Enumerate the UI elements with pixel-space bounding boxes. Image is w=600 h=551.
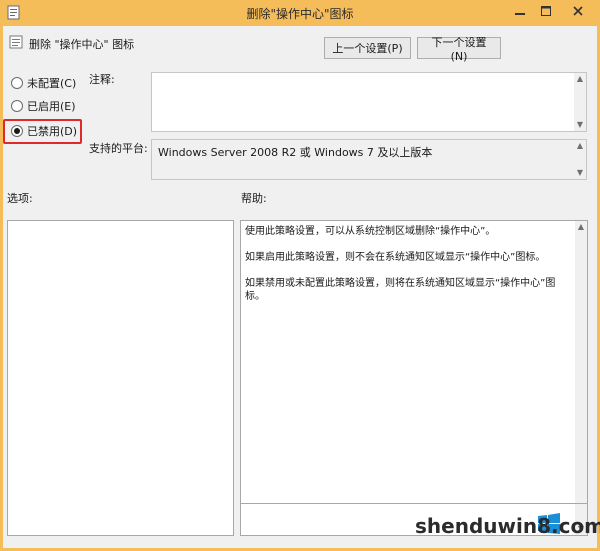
minimize-button[interactable] (506, 0, 534, 22)
radio-not-configured[interactable]: 未配置(C) (11, 75, 76, 91)
platform-label: 支持的平台: (89, 142, 148, 155)
policy-setting-icon (9, 35, 23, 49)
policy-name: 删除 "操作中心" 图标 (29, 38, 135, 51)
scroll-up-icon[interactable]: ▲ (576, 142, 584, 150)
scroll-up-icon[interactable]: ▲ (577, 223, 585, 231)
next-setting-button[interactable]: 下一个设置(N) (417, 36, 501, 63)
dialog-client-area: 删除 "操作中心" 图标 上一个设置(P) 下一个设置(N) 未配置(C) 已启… (3, 26, 597, 548)
close-icon (573, 6, 583, 16)
comment-label: 注释: (89, 73, 115, 86)
policy-dialog-window: 删除"操作中心"图标 删除 "操作中心" 图标 上一个设置(P) 下一个设置(N… (0, 0, 600, 551)
scroll-up-icon[interactable]: ▲ (576, 75, 584, 83)
watermark-text: shenduwin8.com (415, 514, 600, 538)
maximize-button[interactable] (532, 0, 560, 22)
radio-label: 未配置(C) (27, 77, 77, 90)
comment-scrollbar[interactable]: ▲ ▼ (574, 73, 586, 131)
minimize-icon (515, 13, 525, 15)
radio-button[interactable] (11, 100, 23, 112)
title-bar[interactable]: 删除"操作中心"图标 (0, 0, 600, 26)
scroll-down-icon[interactable]: ▼ (576, 169, 584, 177)
maximize-icon (541, 6, 551, 16)
platform-scrollbar[interactable]: ▲ ▼ (574, 140, 586, 179)
help-paragraph: 使用此策略设置，可以从系统控制区域删除“操作中心”。 (245, 226, 496, 237)
help-scrollbar[interactable]: ▲ (575, 221, 587, 503)
platform-value: Windows Server 2008 R2 或 Windows 7 及以上版本 (158, 146, 433, 159)
scroll-down-icon[interactable]: ▼ (576, 121, 584, 129)
red-highlight-box (3, 119, 82, 144)
help-paragraph: 如果禁用或未配置此策略设置，则将在系统通知区域显示“操作中心”图标。 (245, 278, 556, 302)
platform-readonly-box: Windows Server 2008 R2 或 Windows 7 及以上版本… (151, 139, 587, 180)
radio-enabled[interactable]: 已启用(E) (11, 98, 76, 114)
radio-button[interactable] (11, 77, 23, 89)
close-button[interactable] (560, 0, 596, 22)
options-label: 选项: (7, 192, 33, 205)
help-label: 帮助: (241, 192, 267, 205)
site-watermark: shenduwin8.com (385, 510, 600, 550)
comment-textarea[interactable]: ▲ ▼ (151, 72, 587, 132)
help-paragraph: 如果启用此策略设置，则不会在系统通知区域显示“操作中心”图标。 (245, 252, 546, 263)
radio-label: 已启用(E) (27, 100, 76, 113)
previous-setting-button[interactable]: 上一个设置(P) (324, 37, 411, 59)
options-pane (7, 220, 234, 536)
help-pane: 使用此策略设置，可以从系统控制区域删除“操作中心”。 如果启用此策略设置，则不会… (240, 220, 588, 504)
